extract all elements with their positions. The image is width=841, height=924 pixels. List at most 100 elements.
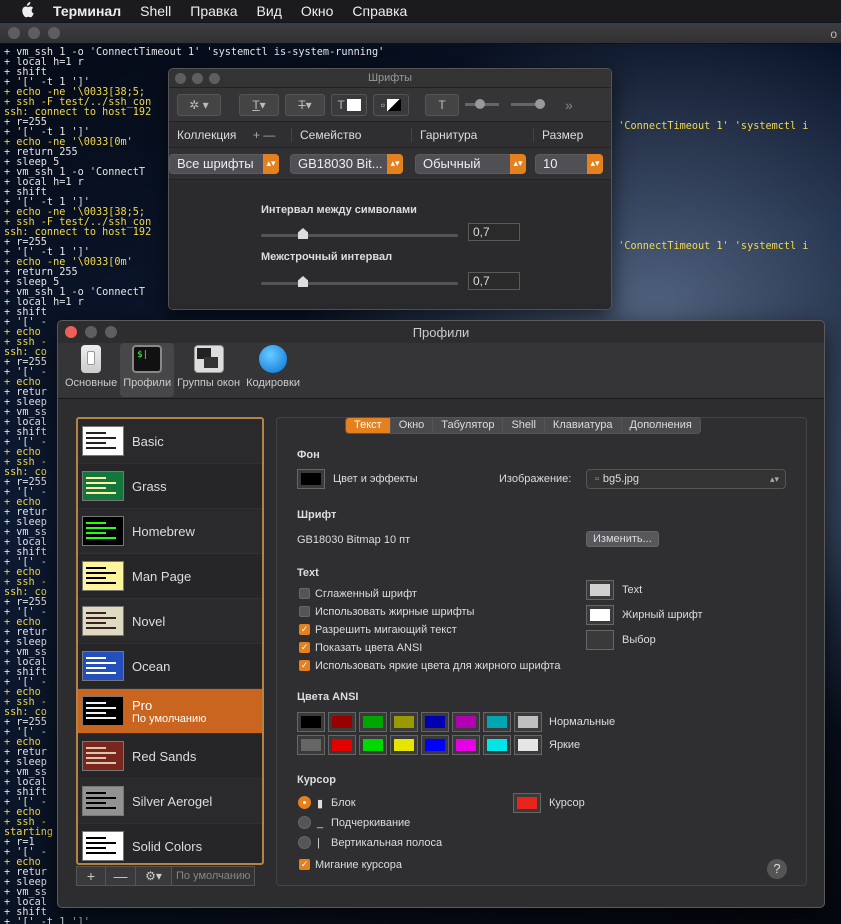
cursor-style-radio[interactable] [298, 816, 311, 829]
line-spacing-knob[interactable] [298, 276, 308, 287]
profile-item-red-sands[interactable]: Red Sands [78, 734, 262, 779]
underline-icon[interactable]: T ▾ [239, 93, 279, 116]
tab-keyboard[interactable]: Клавиатура [545, 418, 622, 433]
chevron-updown-icon: ▴▾ [510, 153, 526, 174]
image-popup[interactable]: ▫ bg5.jpg ▴▾ [586, 469, 786, 489]
shadow-opacity-slider[interactable] [465, 99, 499, 109]
document-color-icon[interactable]: ▫ [373, 93, 409, 116]
ansi-color-well[interactable] [328, 735, 356, 755]
char-spacing-slider[interactable] [261, 234, 458, 237]
tab-text[interactable]: Текст [346, 418, 391, 433]
add-remove-collection[interactable]: + — [253, 128, 291, 142]
remove-collection-button[interactable]: — [263, 128, 275, 142]
ansi-color-well[interactable] [452, 735, 480, 755]
color-effects-label: Цвет и эффекты [333, 473, 418, 485]
help-button[interactable]: ? [767, 859, 787, 879]
more-icon[interactable]: » [565, 97, 573, 113]
profiles-list[interactable]: Basic Grass Homebrew Man Page Novel Ocean Pro П… [76, 417, 264, 865]
menu-window[interactable]: Окно [301, 3, 334, 19]
minimize-button[interactable] [28, 27, 40, 39]
tab-advanced[interactable]: Дополнения [622, 418, 700, 433]
profile-item-basic[interactable]: Basic [78, 419, 262, 464]
profile-thumbnail [82, 471, 124, 501]
cursor-style-radio[interactable] [298, 836, 311, 849]
tab-general[interactable]: Основные [62, 343, 120, 397]
profile-item-silver-aerogel[interactable]: Silver Aerogel [78, 779, 262, 824]
ansi-color-well[interactable] [359, 712, 387, 732]
cursor-style-radio[interactable] [298, 796, 311, 809]
thumbnail-line [86, 617, 116, 619]
menu-shell[interactable]: Shell [140, 3, 171, 19]
background-color-well[interactable] [297, 469, 325, 489]
menu-view[interactable]: Вид [257, 3, 282, 19]
profile-item-man-page[interactable]: Man Page [78, 554, 262, 599]
gear-icon[interactable]: ⚙︎ ▾ [136, 866, 172, 886]
cursor-style-glyph: ▮ [317, 798, 324, 810]
collection-popup[interactable]: Все шрифты ▴▾ [169, 153, 279, 174]
text-option-checkbox[interactable]: ✓ [299, 660, 310, 671]
ansi-color-well[interactable] [390, 712, 418, 732]
shadow-icon[interactable]: T [425, 93, 459, 116]
family-value: GB18030 Bit... [298, 156, 383, 171]
profile-item-pro[interactable]: Pro По умолчанию [78, 689, 262, 734]
char-spacing-knob[interactable] [298, 228, 308, 239]
text-option-checkbox[interactable] [299, 606, 310, 617]
ansi-color-well[interactable] [390, 735, 418, 755]
profile-thumbnail [82, 741, 124, 771]
text-color-well[interactable] [586, 605, 614, 625]
profile-item-solid-colors[interactable]: Solid Colors [78, 824, 262, 863]
menu-terminal[interactable]: Терминал [53, 3, 121, 19]
text-color-well[interactable] [586, 580, 614, 600]
change-font-button[interactable]: Изменить... [586, 531, 659, 547]
color-swatch [487, 716, 507, 728]
line-spacing-field[interactable]: 0,7 [468, 272, 520, 290]
profile-thumbnail [82, 516, 124, 546]
tab-shell[interactable]: Shell [503, 418, 545, 433]
close-button[interactable] [8, 27, 20, 39]
apple-menu-icon[interactable] [17, 1, 37, 21]
ansi-color-well[interactable] [421, 735, 449, 755]
add-profile-button[interactable]: + [76, 866, 106, 886]
tab-encodings[interactable]: Кодировки [243, 343, 303, 397]
add-collection-button[interactable]: + [253, 128, 260, 142]
ansi-color-well[interactable] [328, 712, 356, 732]
strikethrough-icon[interactable]: T ▾ [285, 93, 325, 116]
ansi-color-well[interactable] [514, 735, 542, 755]
shadow-blur-slider[interactable] [511, 99, 545, 109]
tab-profiles[interactable]: $| Профили [120, 343, 175, 397]
size-popup[interactable]: 10 ▴▾ [535, 153, 603, 174]
ansi-color-well[interactable] [297, 735, 325, 755]
profile-item-homebrew[interactable]: Homebrew [78, 509, 262, 554]
text-color-well[interactable] [586, 630, 614, 650]
text-option-checkbox[interactable]: ✓ [299, 642, 310, 653]
ansi-color-well[interactable] [483, 712, 511, 732]
ansi-color-well[interactable] [452, 712, 480, 732]
typeface-popup[interactable]: Обычный ▴▾ [415, 153, 526, 174]
text-color-icon[interactable]: T [331, 93, 367, 116]
char-spacing-field[interactable]: 0,7 [468, 223, 520, 241]
zoom-button[interactable] [48, 27, 60, 39]
ansi-color-well[interactable] [421, 712, 449, 732]
profile-item-ocean[interactable]: Ocean [78, 644, 262, 689]
menu-help[interactable]: Справка [352, 3, 407, 19]
tab-window[interactable]: Окно [391, 418, 434, 433]
blink-cursor-checkbox[interactable]: ✓ [299, 859, 310, 870]
line-spacing-slider[interactable] [261, 282, 458, 285]
ansi-color-well[interactable] [483, 735, 511, 755]
tab-tabs[interactable]: Табулятор [433, 418, 504, 433]
text-option-checkbox[interactable] [299, 588, 310, 599]
family-popup[interactable]: GB18030 Bit... ▴▾ [290, 153, 403, 174]
profile-item-grass[interactable]: Grass [78, 464, 262, 509]
menu-edit[interactable]: Правка [190, 3, 237, 19]
tab-window-groups[interactable]: Группы окон [174, 343, 243, 397]
profile-default-label: По умолчанию [132, 712, 207, 725]
text-option-checkbox[interactable]: ✓ [299, 624, 310, 635]
default-button[interactable]: По умолчанию [172, 866, 256, 886]
remove-profile-button[interactable]: — [106, 866, 136, 886]
ansi-color-well[interactable] [514, 712, 542, 732]
ansi-color-well[interactable] [359, 735, 387, 755]
cursor-color-well[interactable] [513, 793, 541, 813]
ansi-color-well[interactable] [297, 712, 325, 732]
gear-icon[interactable]: ✲ ▾ [177, 93, 221, 116]
profile-item-novel[interactable]: Novel [78, 599, 262, 644]
